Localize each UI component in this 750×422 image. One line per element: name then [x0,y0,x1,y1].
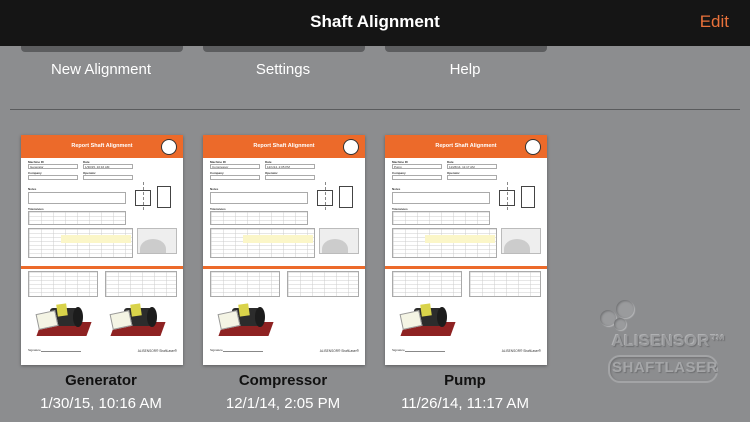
brand-footer: ALISENSOR® ShaftLaser® [501,349,541,353]
date-field: 12/1/14, 2:05 PM [265,164,315,169]
notes-box [28,192,126,204]
as-corrected-table [105,271,177,297]
signature-line [41,351,81,352]
navigation-bar: Shaft Alignment Edit [0,0,750,46]
alisensor-logo-icon [161,139,177,155]
report-header: Report Shaft Alignment [21,135,183,158]
report-header: Report Shaft Alignment [203,135,365,158]
notes-label: Notes [392,187,401,191]
signature-line [405,351,445,352]
tolerances-table [210,211,308,225]
signature-line [223,351,263,352]
machine-image-placeholder [319,228,359,254]
results-separator [21,266,183,269]
thermal-highlight [425,235,495,243]
report-thumbnail-generator[interactable]: Report Shaft Alignment Machine ID Genera… [21,135,183,365]
watermark-line2: SHAFTLASER [612,359,718,376]
notes-label: Notes [210,187,219,191]
as-found-table [392,271,462,297]
as-found-table [28,271,98,297]
results-separator [203,266,365,269]
alisensor-logo-icon [525,139,541,155]
shaft-diagram [497,182,537,210]
report-doc-title: Report Shaft Alignment [71,143,133,149]
report-name-compressor[interactable]: Compressor [183,372,383,389]
machine-image-placeholder [501,228,541,254]
new-alignment-button[interactable]: New Alignment [1,61,201,78]
report-name-generator[interactable]: Generator [1,372,201,389]
as-found-table [210,271,280,297]
report-thumbnail-pump[interactable]: Report Shaft Alignment Machine ID Pump D… [385,135,547,365]
notes-box [392,192,490,204]
shaft-diagram [315,182,355,210]
section-divider [10,109,740,110]
operator-field [83,175,133,180]
report-header: Report Shaft Alignment [385,135,547,158]
notes-box [210,192,308,204]
operator-field [265,175,315,180]
shaftlaser-photo [217,302,277,342]
thermal-table [210,228,315,258]
alisensor-logo-icon [343,139,359,155]
as-corrected-table [469,271,541,297]
report-doc-title: Report Shaft Alignment [253,143,315,149]
operator-field [447,175,497,180]
report-name-pump[interactable]: Pump [365,372,565,389]
shaftlaser-photo [35,302,95,342]
company-field [210,175,260,180]
date-field: 11/26/14, 11:17 AM [447,164,497,169]
thermal-table [392,228,497,258]
report-date-pump: 11/26/14, 11:17 AM [401,395,529,412]
results-separator [385,266,547,269]
report-doc-title: Report Shaft Alignment [435,143,497,149]
tolerances-table [392,211,490,225]
machine-id-field: Compressor [210,164,260,169]
notes-label: Notes [28,187,37,191]
report-date-compressor: 12/1/14, 2:05 PM [225,395,341,412]
company-field [28,175,78,180]
help-button[interactable]: Help [365,61,565,78]
machine-id-field: Generator [28,164,78,169]
watermark-line1: ALISENSOR™ [612,333,727,350]
thermal-highlight [61,235,131,243]
settings-button[interactable]: Settings [183,61,383,78]
edit-button[interactable]: Edit [700,12,729,32]
report-date-generator: 1/30/15, 10:16 AM [40,395,162,412]
date-field: 1/30/15, 10:16 AM [83,164,133,169]
brand-footer: ALISENSOR® ShaftLaser® [319,349,359,353]
as-corrected-table [287,271,359,297]
brand-footer: ALISENSOR® ShaftLaser® [137,349,177,353]
page-title: Shaft Alignment [310,12,440,31]
machine-id-field: Pump [392,164,442,169]
company-field [392,175,442,180]
thermal-table [28,228,133,258]
signature-label: Signature [210,348,223,352]
shaft-diagram [133,182,173,210]
machine-image-placeholder [137,228,177,254]
shaftlaser-photo [109,302,169,342]
tolerances-table [28,211,126,225]
thermal-highlight [243,235,313,243]
alisensor-watermark-logo: ALISENSOR™ SHAFTLASER [598,300,728,405]
signature-label: Signature [392,348,405,352]
report-thumbnail-compressor[interactable]: Report Shaft Alignment Machine ID Compre… [203,135,365,365]
signature-label: Signature [28,348,41,352]
shaftlaser-photo [399,302,459,342]
